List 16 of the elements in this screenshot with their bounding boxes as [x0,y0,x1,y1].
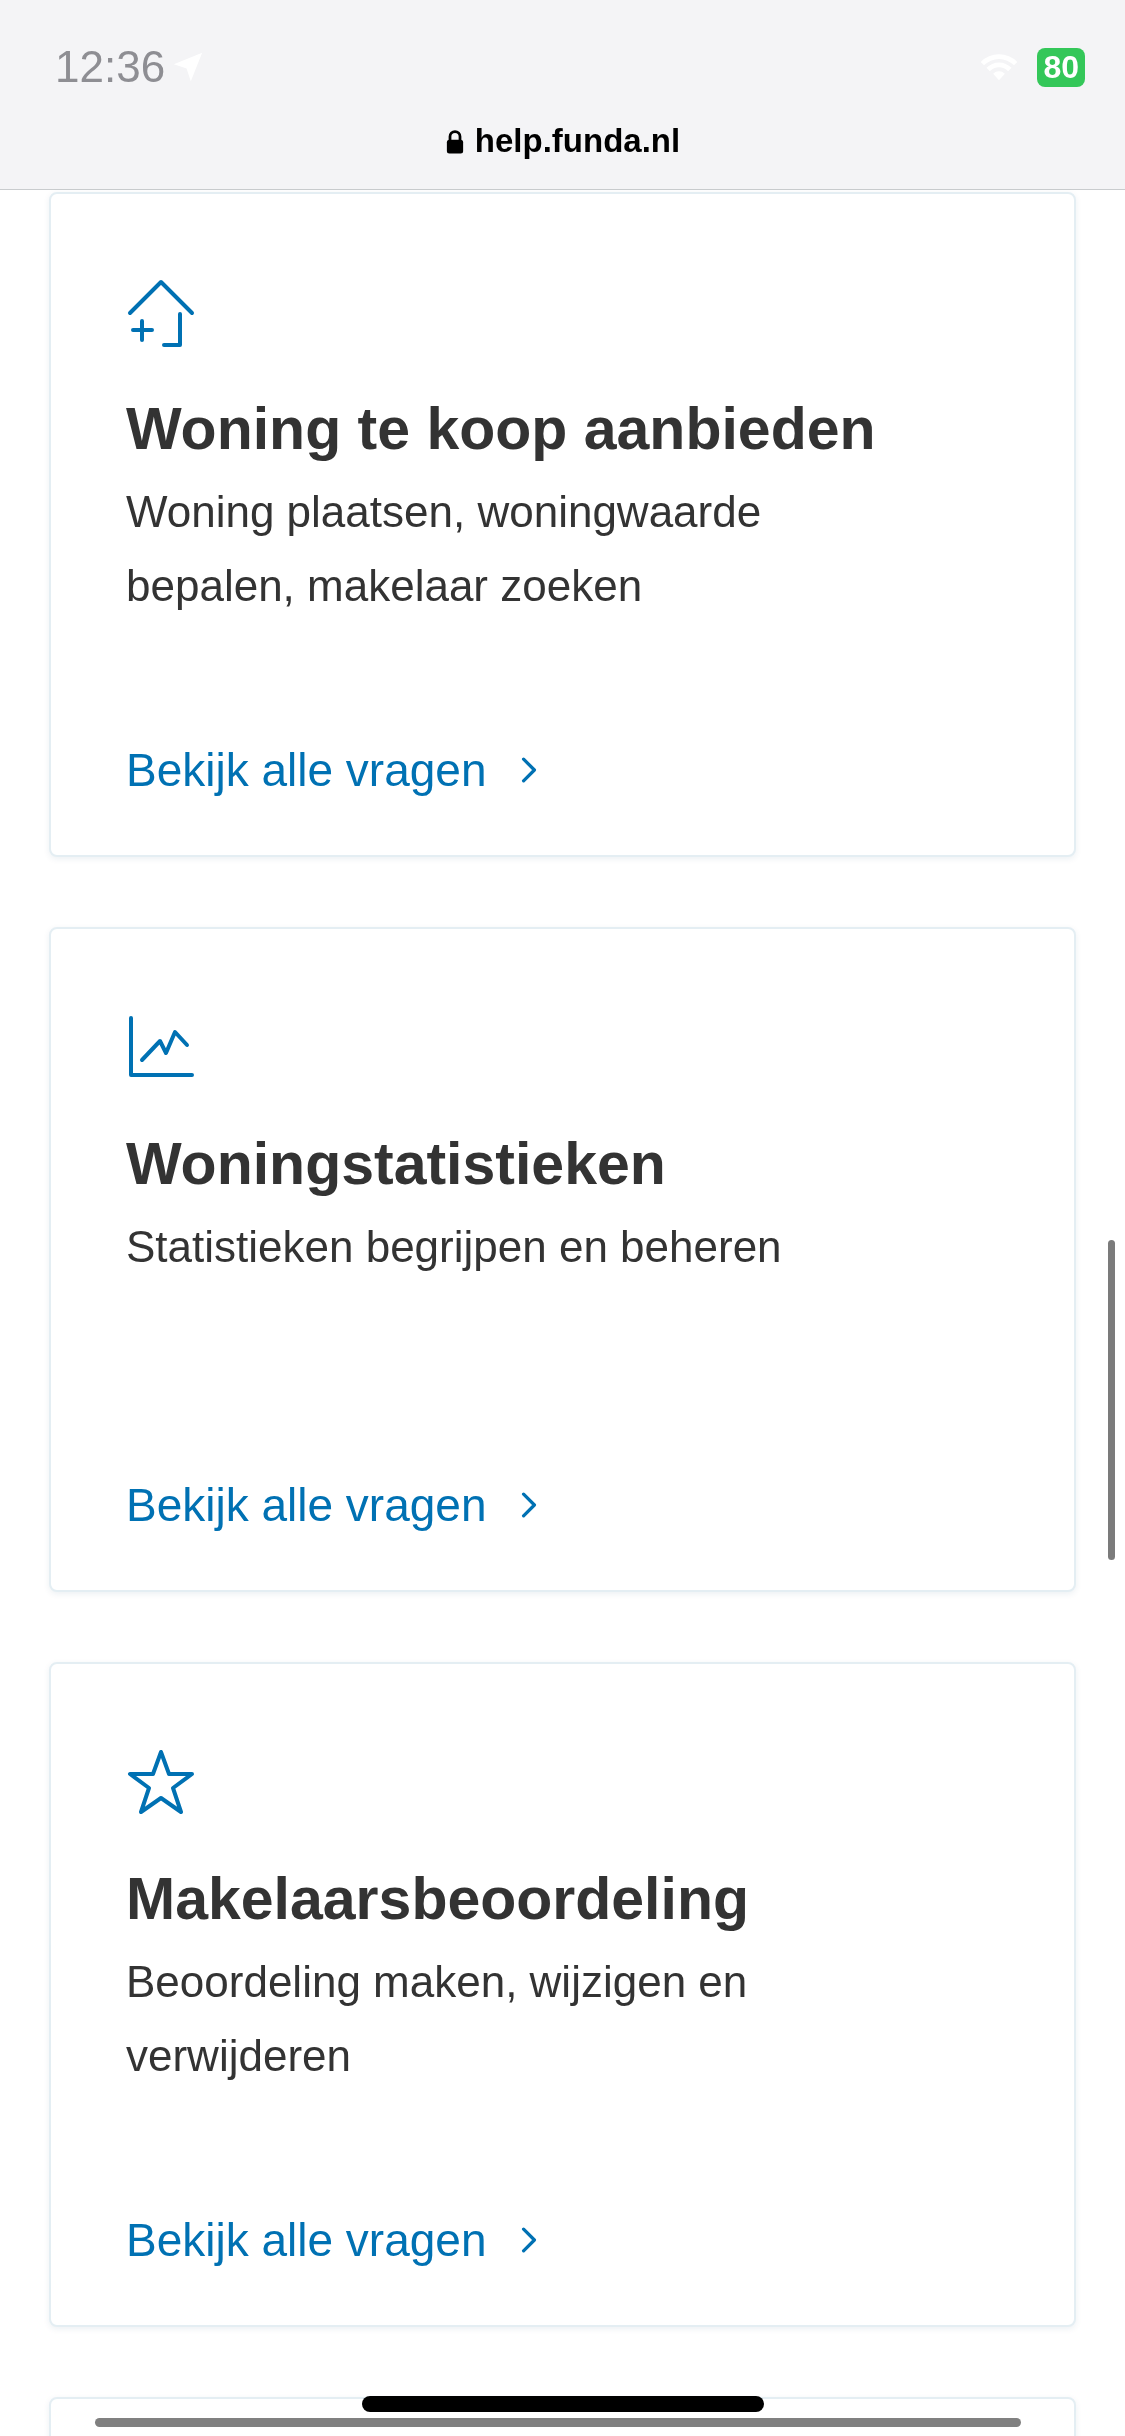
card-title: Woningstatistieken [126,1130,667,1199]
lock-icon [444,128,465,154]
card-description: Statistieken begrijpen en beheren [126,1220,783,1273]
card-title: Makelaarsbeoordeling [126,1865,750,1934]
house-plus-icon [126,278,196,348]
card-description: Woning plaatsen, woningwaarde bepalen, makelaar zoeken [126,485,763,612]
battery-level: 80 [1037,47,1085,87]
status-time: 12:36 [55,42,166,92]
card-description: Beoordeling maken, wijzigen en verwijderen [126,1955,749,2082]
chevron-right-icon [520,1492,537,1518]
view-all-questions-link[interactable]: Bekijk alle vragen [126,743,537,797]
view-all-questions-link[interactable]: Bekijk alle vragen [126,1478,537,1532]
view-all-questions-link[interactable]: Bekijk alle vragen [126,2213,537,2267]
chevron-right-icon [520,2227,537,2253]
card-title: Woning te koop aanbieden [126,395,877,464]
chevron-right-icon [520,757,537,783]
